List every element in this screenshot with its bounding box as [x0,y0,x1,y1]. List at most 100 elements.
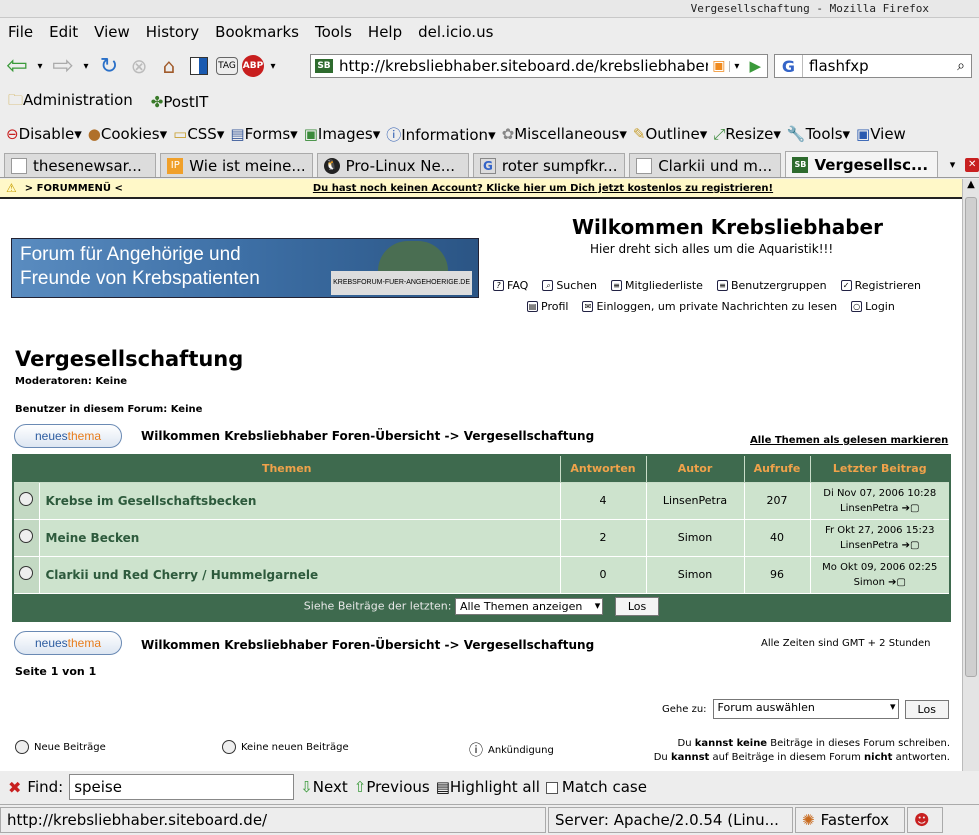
adblock-dropdown-icon[interactable]: ▾ [268,53,278,79]
menu-delicious[interactable]: del.icio.us [410,23,501,41]
url-bar[interactable]: SB http://krebsliebhaber.siteboard.de/kr… [310,54,768,78]
dev-cookies[interactable]: ●Cookies▾ [88,125,167,143]
filter-select[interactable]: Alle Themen anzeigen [454,598,604,616]
tab-clarkii[interactable]: Clarkii und m... [629,153,782,177]
stop-icon[interactable]: ⊗ [126,53,152,79]
breadcrumb-bottom[interactable]: Wilkommen Krebsliebhaber Foren-Übersicht… [141,638,594,652]
jump-select[interactable]: Forum auswählen [712,699,899,719]
search-value[interactable]: flashfxp [803,57,951,75]
jump-go-button[interactable]: Los [904,699,949,719]
menu-file[interactable]: File [0,23,41,41]
menu-tools[interactable]: Tools [307,23,360,41]
new-topic-button[interactable]: neues thema [14,424,122,448]
mark-all-read-link[interactable]: Alle Themen als gelesen markieren [750,435,948,446]
url-dropdown-icon[interactable]: ▾ [729,60,743,72]
forward-dropdown-icon[interactable]: ▾ [80,53,92,79]
bookmark-postit[interactable]: ✤PostIT [151,93,209,111]
menu-help[interactable]: Help [360,23,410,41]
usergroups-icon: ≡ [716,280,728,291]
dev-resize[interactable]: ⤢Resize▾ [713,125,781,143]
dev-information[interactable]: ⓘInformation▾ [386,124,495,145]
menu-history[interactable]: History [138,23,207,41]
goto-post-icon[interactable]: ➔▢ [902,503,920,514]
tag-icon[interactable]: TAG [216,57,238,75]
tab-label: Pro-Linux Ne... [345,156,456,175]
last-post-user[interactable]: LinsenPetra [840,503,898,514]
login-link[interactable]: ○ Login [851,300,895,313]
topic-link[interactable]: Krebse im Gesellschaftsbecken [38,481,561,520]
close-find-icon[interactable]: ✖ [8,778,21,797]
tab-pro-linux[interactable]: 🐧 Pro-Linux Ne... [316,153,469,177]
rss-icon[interactable]: ▣ [708,58,729,74]
register-notice-link[interactable]: Du hast noch keinen Account? Klicke hier… [313,183,773,194]
dev-view[interactable]: ▣View [856,125,906,143]
find-next-button[interactable]: ⇩Next [300,778,348,796]
dev-miscellaneous[interactable]: ✿Miscellaneous▾ [502,125,627,143]
highlight-all-button[interactable]: ▤Highlight all [436,778,540,796]
go-icon[interactable]: ▶ [743,57,767,75]
find-input-value: speise [74,778,122,796]
vertical-scrollbar[interactable]: ▲ [962,179,979,771]
back-dropdown-icon[interactable]: ▾ [34,53,46,79]
tab-google[interactable]: Groter sumpfkr... [472,153,626,177]
search-box[interactable]: G flashfxp ⌕ [774,54,972,78]
google-icon[interactable]: G [775,55,803,77]
match-case-checkbox[interactable]: Match case [545,778,647,796]
fasterfox-status[interactable]: ✺ Fasterfox [795,807,905,833]
tab-vergesellschaftung[interactable]: SB Vergesellsc... [785,151,938,177]
tab-label: Vergesellsc... [814,155,929,174]
new-topic-button-bottom[interactable]: neues thema [14,631,122,655]
faq-link[interactable]: ? FAQ [493,279,528,292]
goto-post-icon[interactable]: ➔▢ [902,540,920,551]
menu-view[interactable]: View [86,23,138,41]
tab-list-icon[interactable]: ▾ [950,158,956,171]
goto-post-icon[interactable]: ➔▢ [888,577,906,588]
reload-icon[interactable]: ↻ [96,53,122,79]
forum-banner[interactable]: Forum für Angehörige und Freunde von Kre… [11,238,479,298]
delicious-icon[interactable] [186,53,212,79]
dev-disable[interactable]: ⊖Disable▾ [6,125,82,143]
site-favicon-icon: SB [315,59,333,73]
last-post-date: Fr Okt 27, 2006 15:23 [824,524,935,536]
register-link[interactable]: ✓ Registrieren [840,279,921,292]
filter-go-button[interactable]: Los [614,597,660,617]
bookmark-administration[interactable]: 🗀Administration [8,90,133,115]
last-post-user[interactable]: Simon [854,577,885,588]
dev-outline[interactable]: ✎Outline▾ [633,125,707,143]
find-input[interactable]: speise [69,774,295,800]
search-link[interactable]: ⌕ Suchen [542,279,597,292]
bookmark-label: PostIT [163,93,209,111]
memberlist-link[interactable]: ≡ Mitgliederliste [611,279,703,292]
tab-thesenewsar[interactable]: thesenewsar... [4,153,157,177]
breadcrumb[interactable]: Wilkommen Krebsliebhaber Foren-Übersicht… [141,429,594,443]
close-tab-icon[interactable]: ✕ [965,157,979,172]
scroll-thumb[interactable] [965,197,977,677]
dev-css[interactable]: ▭CSS▾ [173,125,224,143]
dev-tools[interactable]: 🔧Tools▾ [787,125,850,143]
extension-face-icon[interactable]: ☻ [907,807,943,833]
announcement-icon: ⓘ [469,743,483,759]
tab-ip[interactable]: IP Wie ist meine... [160,153,313,177]
dev-images[interactable]: ▣Images▾ [304,125,381,143]
topic-author[interactable]: Simon [645,518,745,557]
profile-link[interactable]: ▤ Profil [527,300,568,313]
usergroups-link[interactable]: ≡ Benutzergruppen [716,279,827,292]
back-arrow-icon[interactable]: ⇦ [4,51,30,81]
scroll-up-icon[interactable]: ▲ [963,179,979,195]
search-icon[interactable]: ⌕ [951,58,971,74]
home-icon[interactable]: ⌂ [156,53,182,79]
last-post-user[interactable]: LinsenPetra [840,540,898,551]
forum-menu-link[interactable]: > FORUMMENÜ < [25,183,123,194]
menu-edit[interactable]: Edit [41,23,86,41]
status-url: http://krebsliebhaber.siteboard.de/ [0,807,546,833]
find-previous-button[interactable]: ⇧Previous [354,778,430,796]
topic-link[interactable]: Clarkii und Red Cherry / Hummelgarnele [38,555,561,594]
adblock-icon[interactable]: ABP [242,55,264,77]
private-messages-link[interactable]: ✉ Einloggen, um private Nachrichten zu le… [582,300,837,313]
topic-link[interactable]: Meine Becken [38,518,561,557]
topic-author[interactable]: LinsenPetra [645,481,745,520]
dev-forms[interactable]: ▤Forms▾ [230,125,297,143]
menu-bookmarks[interactable]: Bookmarks [207,23,307,41]
forward-arrow-icon[interactable]: ⇨ [50,51,76,81]
topic-author[interactable]: Simon [645,555,745,594]
